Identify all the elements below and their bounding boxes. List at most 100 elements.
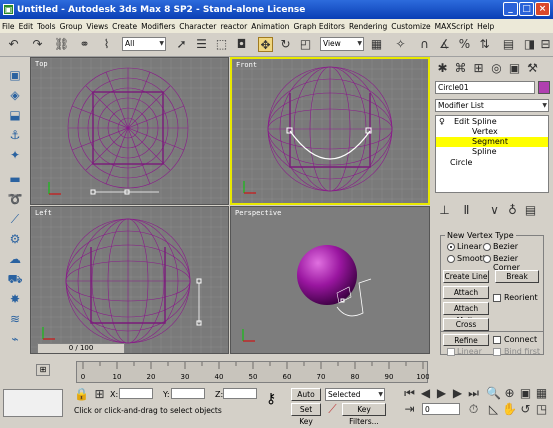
motor-icon[interactable]: ⚙ (7, 231, 23, 247)
goto-end-icon[interactable]: ⏭ (466, 386, 481, 401)
zoom-icon[interactable]: 🔍 (486, 386, 501, 401)
pin-stack-icon[interactable]: ⊥ (437, 203, 452, 218)
stack-edit-spline[interactable]: Edit Spline (454, 117, 497, 126)
lock-selection-icon[interactable]: 🔒 (74, 387, 89, 402)
radio-linear[interactable] (447, 243, 455, 251)
linear-checkbox[interactable] (447, 348, 455, 356)
undo-icon[interactable]: ↶ (6, 37, 21, 52)
x-field[interactable] (119, 388, 153, 399)
remove-modifier-icon[interactable]: ♁ (505, 203, 520, 218)
modifier-list-dropdown[interactable]: Modifier List (435, 99, 549, 112)
bind-first-checkbox[interactable] (493, 348, 501, 356)
attach-button[interactable]: Attach (443, 286, 489, 299)
utilities-tab-icon[interactable]: ⚒ (525, 61, 540, 76)
water-icon[interactable]: ≋ (7, 311, 23, 327)
minimize-button[interactable]: _ (503, 2, 518, 16)
move-icon[interactable]: ✥ (258, 37, 273, 52)
key-mode-dropdown[interactable]: Selected (325, 388, 385, 401)
zoom-extents-all-icon[interactable]: ▦ (534, 386, 549, 401)
cross-section-button[interactable]: Cross Section (443, 318, 489, 341)
prev-frame-icon[interactable]: ◀ (418, 386, 433, 401)
mirror-icon[interactable]: ◨ (522, 37, 537, 52)
pan-icon[interactable]: ✋ (502, 402, 517, 417)
radio-bezier[interactable] (483, 243, 491, 251)
stack-segment[interactable]: Segment (472, 137, 508, 146)
select-manipulate-icon[interactable]: ✧ (393, 37, 408, 52)
deforming-mesh-icon[interactable]: ✦ (7, 147, 23, 163)
next-frame-icon[interactable]: ▶ (450, 386, 465, 401)
viewport-left[interactable]: Left 0 / 100 (30, 206, 229, 354)
modify-tab-icon[interactable]: ⌘ (453, 61, 468, 76)
display-tab-icon[interactable]: ▣ (507, 61, 522, 76)
maxscript-listener[interactable] (3, 389, 63, 417)
plane-icon[interactable]: ▬ (7, 171, 23, 187)
ref-coord-dropdown[interactable]: View (320, 37, 364, 51)
arc-rotate-icon[interactable]: ↺ (518, 402, 533, 417)
percent-snap-icon[interactable]: % (457, 37, 472, 52)
viewport-left-label[interactable]: Left (35, 209, 52, 217)
z-field[interactable] (223, 388, 257, 399)
make-unique-icon[interactable]: ∨ (487, 203, 502, 218)
stack-spline[interactable]: Spline (472, 147, 497, 156)
key-mode-toggle-icon[interactable]: ⇥ (402, 402, 417, 417)
viewport-perspective[interactable]: Perspective (230, 206, 430, 354)
menu-tools[interactable]: Tools (35, 22, 57, 31)
fracture-icon[interactable]: ✸ (7, 291, 23, 307)
toy-car-icon[interactable]: ⛟ (7, 271, 23, 287)
select-by-name-icon[interactable]: ☰ (194, 37, 209, 52)
connect-checkbox[interactable] (493, 336, 501, 344)
menu-create[interactable]: Create (110, 22, 139, 31)
viewport-front[interactable]: Front (230, 57, 430, 205)
auto-key-button[interactable]: Auto Key (291, 388, 321, 411)
hierarchy-tab-icon[interactable]: ⊞ (471, 61, 486, 76)
stack-circle[interactable]: Circle (450, 158, 472, 167)
key-icon[interactable]: ⚷ (266, 391, 276, 407)
window-crossing-icon[interactable]: ◘ (234, 37, 249, 52)
scale-icon[interactable]: ◰ (298, 37, 313, 52)
viewport-perspective-label[interactable]: Perspective (235, 209, 281, 217)
radio-smooth[interactable] (447, 255, 455, 263)
menu-character[interactable]: Character (177, 22, 218, 31)
trackbar-menu-icon[interactable]: ⊞ (36, 364, 50, 376)
viewport-top-label[interactable]: Top (35, 60, 48, 68)
menu-customize[interactable]: Customize (389, 22, 432, 31)
spring-icon[interactable]: ➰ (7, 191, 23, 207)
refine-button[interactable]: Refine (443, 334, 489, 346)
zoom-extents-icon[interactable]: ▣ (518, 386, 533, 401)
key-filters-button[interactable]: Key Filters... (342, 403, 386, 426)
angle-snap-icon[interactable]: ∡ (437, 37, 452, 52)
rect-selection-icon[interactable]: ⬚ (214, 37, 229, 52)
maximize-viewport-icon[interactable]: ◳ (534, 402, 549, 417)
attach-mult-button[interactable]: Attach Mult. (443, 302, 489, 325)
show-end-result-icon[interactable]: Ⅱ (459, 203, 474, 218)
radio-bezier-corner[interactable] (483, 255, 491, 263)
menu-group[interactable]: Group (58, 22, 85, 31)
spinner-snap-icon[interactable]: ⇅ (477, 37, 492, 52)
current-frame-field[interactable]: 0 (422, 403, 460, 415)
menu-animation[interactable]: Animation (249, 22, 291, 31)
menu-edit[interactable]: Edit (17, 22, 36, 31)
default-key-tangent-icon[interactable]: ⟋ (325, 402, 340, 417)
menu-views[interactable]: Views (84, 22, 110, 31)
menu-modifiers[interactable]: Modifiers (139, 22, 177, 31)
break-button[interactable]: Break (495, 270, 539, 283)
menu-file[interactable]: File (0, 22, 17, 31)
menu-help[interactable]: Help (475, 22, 496, 31)
redo-icon[interactable]: ↷ (30, 37, 45, 52)
rope-icon[interactable]: ⚓ (7, 127, 23, 143)
cloth-icon[interactable]: ◈ (7, 87, 23, 103)
create-tab-icon[interactable]: ✱ (435, 61, 450, 76)
select-object-icon[interactable]: ➚ (174, 37, 189, 52)
motion-tab-icon[interactable]: ◎ (489, 61, 504, 76)
lightbulb-icon[interactable]: ♀ (439, 117, 445, 126)
maximize-button[interactable]: □ (519, 2, 534, 16)
create-line-button[interactable]: Create Line (443, 270, 489, 283)
field-of-view-icon[interactable]: ◺ (486, 402, 501, 417)
goto-start-icon[interactable]: ⏮ (402, 386, 417, 401)
close-button[interactable]: × (535, 2, 550, 16)
viewport-top[interactable]: Top (30, 57, 229, 205)
snap-icon[interactable]: ∩ (417, 37, 432, 52)
viewport-front-label[interactable]: Front (236, 61, 257, 69)
zoom-all-icon[interactable]: ⊕ (502, 386, 517, 401)
play-icon[interactable]: ▶ (434, 386, 449, 401)
